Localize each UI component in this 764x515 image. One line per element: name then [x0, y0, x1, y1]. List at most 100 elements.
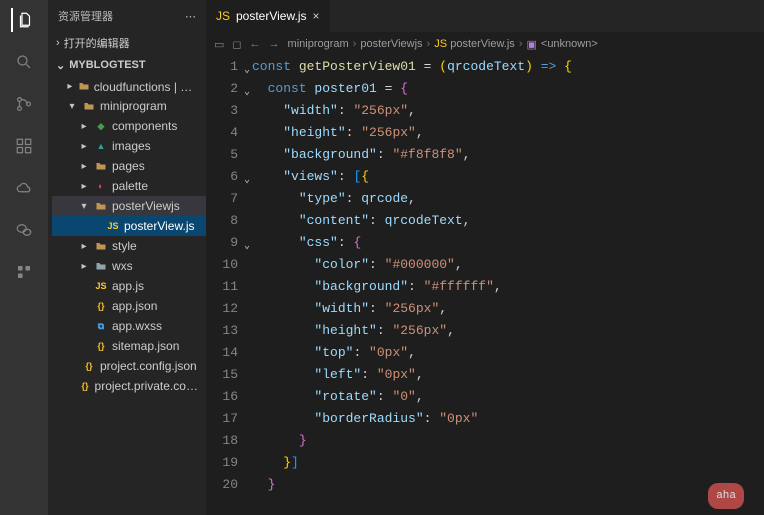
img-icon: ▲ [94, 139, 108, 153]
toggle-icon[interactable]: ▭ [214, 38, 224, 51]
code-content[interactable]: const getPosterView01 = (qrcodeText) => … [252, 56, 764, 515]
code-line[interactable]: "background": "#f8f8f8", [252, 144, 764, 166]
section-project[interactable]: ⌄ MYBLOGTEST [48, 54, 206, 76]
code-line[interactable]: "width": "256px", [252, 298, 764, 320]
tree-item-label: sitemap.json [112, 339, 179, 353]
line-number: 3 [206, 100, 238, 122]
breadcrumb-row: ▭ ◻ ← → miniprogram › posterViewjs › JSp… [206, 32, 764, 56]
line-number: 4 [206, 122, 238, 144]
code-line[interactable]: "type": qrcode, [252, 188, 764, 210]
nav-back-icon[interactable]: ← [250, 38, 261, 50]
tree-item[interactable]: {}project.private.config.json [52, 376, 206, 396]
bookmark-icon[interactable]: ◻ [232, 38, 241, 51]
crumb-miniprogram[interactable]: miniprogram [288, 38, 349, 50]
symbol-icon: ▣ [526, 38, 536, 51]
line-gutter: 1⌄2⌄3456⌄789⌄1011121314151617181920 [206, 56, 252, 515]
more-actions-icon[interactable]: ⋯ [185, 10, 196, 23]
fold-icon[interactable]: ⌄ [244, 236, 250, 258]
code-line[interactable]: } [252, 474, 764, 496]
code-line[interactable]: "height": "256px", [252, 320, 764, 342]
code-line[interactable]: const getPosterView01 = (qrcodeText) => … [252, 56, 764, 78]
tree-item[interactable]: ▸▲images [52, 136, 206, 156]
code-line[interactable]: "borderRadius": "0px" [252, 408, 764, 430]
tree-item[interactable]: ▾miniprogram [52, 96, 206, 116]
chevron-icon: ▸ [78, 261, 90, 272]
tree-item[interactable]: {}app.json [52, 296, 206, 316]
line-number: 2⌄ [206, 78, 238, 100]
tree-item-label: app.wxss [112, 319, 162, 333]
code-line[interactable]: "color": "#000000", [252, 254, 764, 276]
line-number: 12 [206, 298, 238, 320]
tree-item-label: palette [112, 179, 148, 193]
extensions-icon[interactable] [12, 134, 36, 158]
code-line[interactable]: "background": "#ffffff", [252, 276, 764, 298]
code-line[interactable]: }] [252, 452, 764, 474]
chevron-icon: ▸ [78, 141, 90, 152]
activity-bar [0, 0, 48, 515]
line-number: 13 [206, 320, 238, 342]
chevron-icon: ▾ [66, 101, 78, 112]
tree-item[interactable]: ▸ wxs [52, 256, 206, 276]
nav-fwd-icon[interactable]: → [269, 38, 280, 50]
search-icon[interactable] [12, 50, 36, 74]
json-icon: {} [79, 379, 90, 393]
tree-item-label: wxs [112, 259, 133, 273]
tree-item[interactable]: ▸cloudfunctions | 当前环境: blo... [52, 76, 206, 96]
wechat-icon[interactable] [12, 218, 36, 242]
json-icon: {} [82, 359, 96, 373]
code-line[interactable]: "height": "256px", [252, 122, 764, 144]
section-label: 打开的编辑器 [64, 35, 130, 51]
more-icon[interactable] [12, 260, 36, 284]
fold-icon[interactable]: ⌄ [244, 82, 250, 104]
json-icon: {} [94, 339, 108, 353]
chevron-down-icon: ⌄ [56, 59, 65, 72]
scm-icon[interactable] [12, 92, 36, 116]
code-line[interactable]: "views": [{ [252, 166, 764, 188]
line-number: 18 [206, 430, 238, 452]
line-number: 20 [206, 474, 238, 496]
chevron-icon: ▸ [78, 121, 90, 132]
code-line[interactable]: "content": qrcodeText, [252, 210, 764, 232]
folder-icon [78, 79, 90, 93]
tree-item[interactable]: ▸style [52, 236, 206, 256]
tree-item[interactable]: JSapp.js [52, 276, 206, 296]
crumb-file[interactable]: JSposterView.js [434, 38, 515, 50]
tree-item-label: style [112, 239, 137, 253]
line-number: 16 [206, 386, 238, 408]
folder-icon [94, 259, 108, 273]
tree-item[interactable]: ▸pages [52, 156, 206, 176]
tree-item[interactable]: ▸◐palette [52, 176, 206, 196]
code-line[interactable]: } [252, 430, 764, 452]
code-line[interactable]: "width": "256px", [252, 100, 764, 122]
file-tree: ▸cloudfunctions | 当前环境: blo...▾miniprogr… [48, 76, 206, 396]
fold-icon[interactable]: ⌄ [244, 170, 250, 192]
tree-item[interactable]: ⧉app.wxss [52, 316, 206, 336]
section-open-editors[interactable]: › 打开的编辑器 [48, 32, 206, 54]
crumb-symbol[interactable]: ▣<unknown> [526, 38, 597, 51]
chevron-icon: ▾ [78, 201, 90, 212]
tree-item[interactable]: ▾posterViewjs [52, 196, 206, 216]
line-number: 7 [206, 188, 238, 210]
fold-icon[interactable]: ⌄ [244, 60, 250, 82]
code-line[interactable]: "css": { [252, 232, 764, 254]
crumb-folder[interactable]: posterViewjs [360, 38, 422, 50]
line-number: 15 [206, 364, 238, 386]
cloud-icon[interactable] [12, 176, 36, 200]
code-line[interactable]: "left": "0px", [252, 364, 764, 386]
breadcrumbs[interactable]: miniprogram › posterViewjs › JSposterVie… [288, 38, 598, 51]
sidebar-header: 资源管理器 ⋯ [48, 0, 206, 32]
files-icon[interactable] [11, 8, 35, 32]
code-editor[interactable]: 1⌄2⌄3456⌄789⌄1011121314151617181920 cons… [206, 56, 764, 515]
line-number: 11 [206, 276, 238, 298]
tab-posterview[interactable]: JS posterView.js × [206, 0, 331, 32]
code-line[interactable]: "rotate": "0", [252, 386, 764, 408]
code-line[interactable]: "top": "0px", [252, 342, 764, 364]
tree-item[interactable]: ▸◆components [52, 116, 206, 136]
chevron-icon: ▸ [78, 161, 90, 172]
tree-item[interactable]: {}project.config.json [52, 356, 206, 376]
tree-item[interactable]: {} sitemap.json [52, 336, 206, 356]
close-icon[interactable]: × [312, 9, 319, 23]
code-line[interactable]: const poster01 = { [252, 78, 764, 100]
project-name: MYBLOGTEST [69, 59, 145, 71]
tree-item[interactable]: JSposterView.js [52, 216, 206, 236]
